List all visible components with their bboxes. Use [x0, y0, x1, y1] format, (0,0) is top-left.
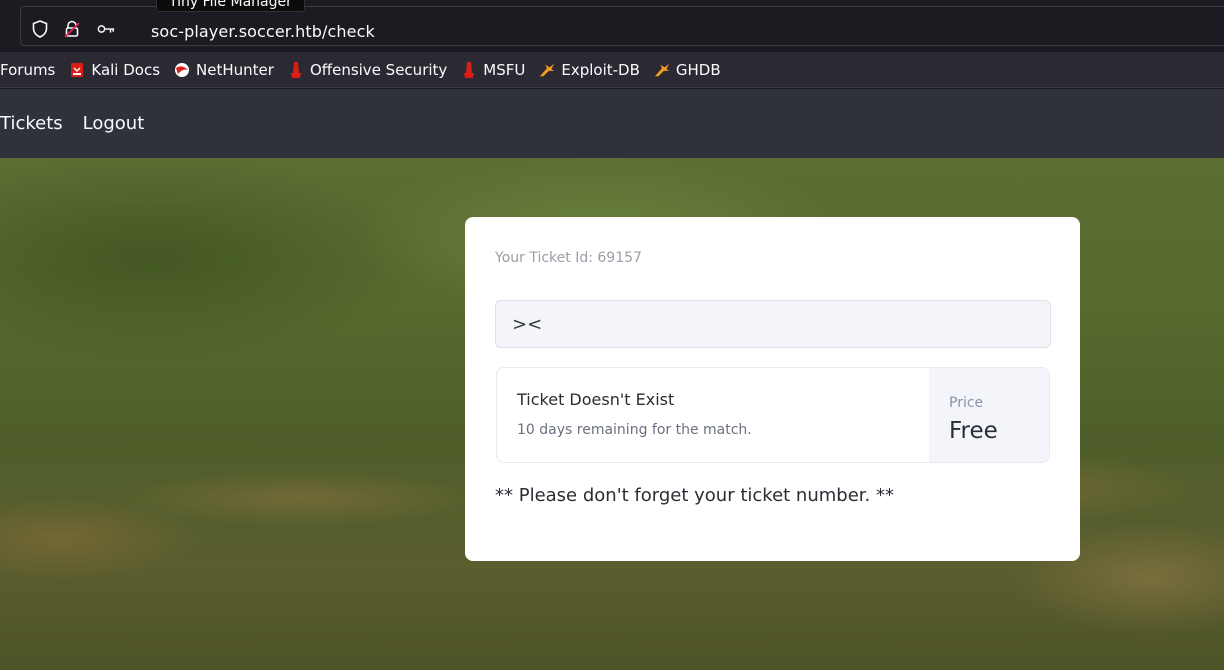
- price-value: Free: [949, 418, 998, 444]
- nav-logout-link[interactable]: Logout: [83, 113, 145, 134]
- kali-docs-icon: [69, 62, 85, 78]
- lock-insecure-icon[interactable]: [63, 20, 81, 38]
- price-box: Price Free: [929, 368, 1049, 462]
- bookmark-label: Forums: [0, 60, 56, 79]
- ticket-search-input[interactable]: [495, 300, 1051, 348]
- bookmark-exploit-db[interactable]: Exploit-DB: [539, 61, 640, 79]
- shield-icon[interactable]: [31, 20, 49, 38]
- ticket-card: Your Ticket Id: 69157 Ticket Doesn't Exi…: [465, 217, 1080, 561]
- bookmark-label: Exploit-DB: [561, 60, 640, 79]
- bookmark-label: GHDB: [675, 60, 721, 79]
- bookmark-label: NetHunter: [196, 60, 274, 79]
- ticket-reminder-note: ** Please don't forget your ticket numbe…: [495, 485, 894, 506]
- bookmark-msfu[interactable]: MSFU: [461, 61, 525, 79]
- browser-toolbar: soc-player.soccer.htb/check Tiny File Ma…: [0, 0, 1224, 52]
- ticket-id-text: Your Ticket Id: 69157: [495, 250, 642, 266]
- ticket-result-title: Ticket Doesn't Exist: [517, 390, 675, 409]
- bookmark-offensive-security[interactable]: Offensive Security: [288, 61, 447, 79]
- bookmark-kali-docs[interactable]: Kali Docs: [69, 61, 160, 79]
- bookmark-label: MSFU: [483, 60, 526, 79]
- tab-tooltip: Tiny File Manager: [156, 0, 305, 12]
- price-label: Price: [949, 395, 984, 411]
- bookmark-ghdb[interactable]: GHDB: [654, 61, 721, 79]
- exploit-db-icon: [539, 62, 555, 78]
- ticket-result-info: Ticket Doesn't Exist 10 days remaining f…: [497, 368, 929, 462]
- offsec-icon: [288, 61, 304, 78]
- bookmark-nethunter[interactable]: NetHunter: [174, 61, 274, 79]
- site-navbar: Tickets Logout: [0, 89, 1224, 158]
- ticket-result-box: Ticket Doesn't Exist 10 days remaining f…: [496, 367, 1050, 463]
- bookmark-label: Offensive Security: [309, 60, 448, 79]
- exploit-db-icon: [654, 62, 670, 78]
- url-text[interactable]: soc-player.soccer.htb/check: [151, 22, 375, 41]
- nav-tickets-link[interactable]: Tickets: [0, 113, 63, 134]
- key-icon[interactable]: [97, 20, 115, 38]
- offsec-icon: [461, 61, 477, 78]
- nethunter-icon: [174, 62, 190, 78]
- bookmark-forums[interactable]: Forums: [0, 61, 55, 79]
- bookmarks-bar: Forums Kali Docs NetHunter Offensive Sec…: [0, 52, 1224, 88]
- url-bar[interactable]: soc-player.soccer.htb/check: [20, 6, 1224, 46]
- ticket-result-subtitle: 10 days remaining for the match.: [517, 422, 752, 438]
- bookmark-label: Kali Docs: [91, 60, 161, 79]
